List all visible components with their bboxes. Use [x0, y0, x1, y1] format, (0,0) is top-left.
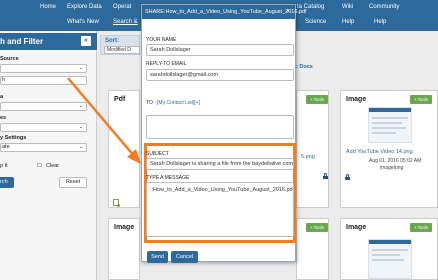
send-button[interactable]: Send [147, 251, 168, 263]
reply-to-label: REPLY-TO EMAIL [146, 61, 187, 67]
document-thumbnail[interactable] [368, 239, 412, 279]
sort-select[interactable]: Modified D [104, 46, 140, 54]
document-card-pdf[interactable]: Pdf [108, 90, 140, 208]
privacy-select[interactable]: ate ⌄ [0, 143, 87, 152]
source-label: Source [0, 56, 19, 62]
share-dialog: SHARE:How_to_Add_a_Video_Using_YouTube_A… [141, 4, 307, 263]
add-document-icon[interactable] [113, 199, 120, 207]
document-card-image[interactable]: Image + Tools Add YouTube Video 14.png A… [340, 90, 438, 208]
chevron-down-icon: ⌄ [78, 65, 83, 71]
tools-button[interactable]: + Tools [410, 95, 432, 104]
search-filter-title: h and Filter [0, 37, 44, 46]
sort-label: Sort: [105, 38, 119, 44]
document-card-partial-2[interactable]: + Tools [296, 218, 329, 280]
to-field[interactable]: TO : [My Contact List][+] [146, 100, 200, 106]
chevron-down-icon: ⌄ [78, 103, 83, 109]
clear-checkbox-label: Clear [46, 163, 60, 169]
card-type-label: Image [114, 224, 135, 231]
your-name-input[interactable]: Sarah Dollslager [146, 44, 294, 56]
collapse-icon[interactable]: « [81, 36, 91, 46]
nav-community[interactable]: Community [369, 4, 399, 10]
reset-button[interactable]: Reset [59, 177, 87, 188]
subject-label: SUBJECT [146, 151, 169, 157]
category-label: a [0, 94, 4, 100]
keep-it-checkbox[interactable]: p It [0, 163, 8, 169]
sort-bar: Sort: Modified D [100, 35, 140, 55]
nav-help-2[interactable]: Help [374, 19, 386, 25]
document-thumbnail[interactable] [368, 107, 412, 143]
nav-science[interactable]: Science [305, 19, 326, 25]
types-label: es [0, 115, 7, 121]
card-type-label: Pdf [114, 96, 126, 103]
nav-operations[interactable]: Operat [113, 4, 131, 10]
document-link[interactable]: Add YouTube Video 14.png [346, 149, 413, 155]
your-name-label: YOUR NAME [146, 37, 177, 43]
tools-button[interactable]: + Tools [306, 223, 328, 232]
subject-input[interactable]: Sarah Dollslager is sharing a file from … [146, 158, 294, 170]
to-label: TO : [146, 100, 156, 106]
close-icon[interactable]: × [286, 8, 290, 15]
document-date: Aug 01, 2016 05:02 AM [369, 158, 422, 164]
category-select[interactable]: ⌄ [0, 102, 87, 111]
to-recipients-area[interactable] [146, 115, 294, 139]
lock-icon [345, 174, 350, 180]
card-type-label: Image [346, 224, 367, 231]
contact-list-link[interactable]: [My Contact List][+] [157, 100, 200, 106]
lock-icon [323, 173, 328, 179]
nav-search[interactable]: Search & [113, 19, 138, 25]
search-filter-panel: h and Filter « Source ⌄ h a ⌄ es ⌄ y Set… [0, 31, 97, 280]
chevron-down-icon: ⌄ [78, 124, 83, 130]
tools-button[interactable]: + Tools [410, 223, 432, 232]
document-card-image-3[interactable]: Image + Tools [340, 218, 438, 280]
search-button[interactable]: rch [0, 177, 14, 188]
chevron-down-icon: ⌄ [78, 144, 83, 150]
message-textarea[interactable]: ::How_to_Add_a_Video_Using_YouTube_Augus… [146, 182, 294, 237]
cancel-button[interactable]: Cancel [171, 251, 198, 263]
types-select[interactable]: ⌄ [0, 123, 87, 132]
source-select-2[interactable]: h [0, 76, 87, 85]
tools-button[interactable]: + Tools [306, 95, 328, 104]
nav-explore-data[interactable]: Explore Data [67, 4, 102, 10]
clear-checkbox-box[interactable]: ☐ [37, 163, 42, 169]
reply-to-email-input[interactable]: sarahdollslager@gmail.com [146, 69, 294, 81]
document-card-partial[interactable]: + Tools 5.png [296, 90, 329, 208]
nav-help[interactable]: Help [342, 19, 354, 25]
document-card-image-2[interactable]: Image [108, 218, 140, 280]
source-select-1[interactable]: ⌄ [0, 64, 87, 73]
message-label: TYPE A MESSAGE [146, 175, 190, 181]
card-type-label: Image [346, 96, 367, 103]
privacy-settings-label: y Settings [0, 135, 27, 141]
nav-wiki[interactable]: Wiki [342, 4, 353, 10]
share-dialog-title: SHARE:How_to_Add_a_Video_Using_YouTube_A… [145, 9, 307, 15]
search-filter-header: h and Filter « [0, 33, 97, 50]
share-dialog-titlebar: SHARE:How_to_Add_a_Video_Using_YouTube_A… [142, 5, 307, 19]
nav-whats-new[interactable]: What's New [67, 19, 99, 25]
document-link[interactable]: 5.png [301, 154, 315, 160]
document-type: image/png [380, 165, 404, 171]
nav-home[interactable]: Home [40, 4, 56, 10]
